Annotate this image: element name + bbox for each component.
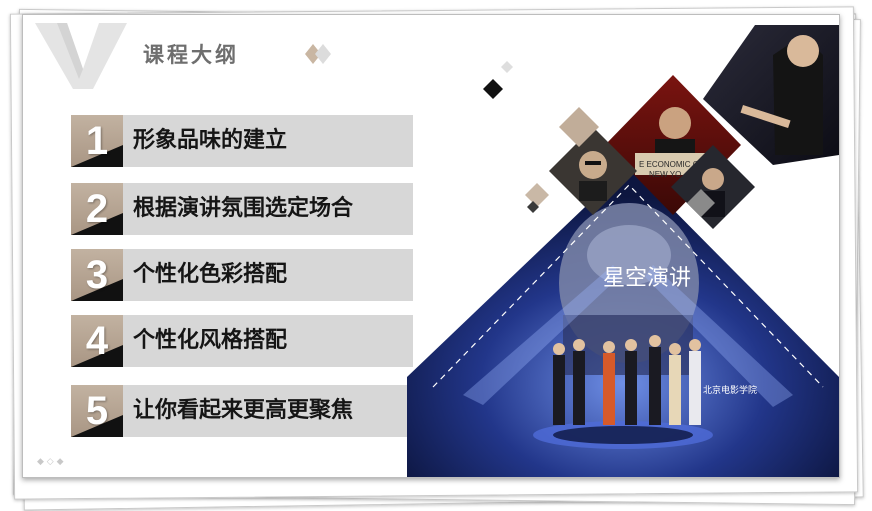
agenda-text: 根据演讲氛围选定场合 [133, 196, 354, 221]
v-logo-icon [35, 23, 127, 89]
agenda-number-box: 3 [71, 249, 123, 301]
agenda-number: 2 [85, 187, 109, 231]
agenda-number-box: 1 [71, 115, 123, 167]
agenda-number: 4 [85, 319, 109, 363]
agenda-number-box: 2 [71, 183, 123, 235]
stage-photo: 星空演讲 北京电影学院 [407, 165, 839, 477]
agenda-item-4: 4 个性化风格搭配 [71, 315, 413, 367]
screenshot-canvas: 课程大纲 1 形象品味的建立 2 根据演讲氛围选定场合 3 个性化色彩搭配 4 … [0, 0, 872, 511]
stage-title-text: 星空演讲 [603, 266, 691, 291]
page-title: 课程大纲 [143, 43, 239, 67]
slide: 课程大纲 1 形象品味的建立 2 根据演讲氛围选定场合 3 个性化色彩搭配 4 … [22, 14, 840, 478]
agenda-number-box: 5 [71, 385, 123, 437]
agenda-item-1: 1 形象品味的建立 [71, 115, 413, 167]
agenda-text: 让你看起来更高更聚焦 [133, 398, 354, 423]
footer-decoration: ◆ ◇ ◆ [37, 457, 64, 467]
agenda-item-2: 2 根据演讲氛围选定场合 [71, 183, 413, 235]
agenda-item-3: 3 个性化色彩搭配 [71, 249, 413, 301]
agenda-text: 形象品味的建立 [133, 128, 288, 153]
decor-diamond-light [501, 61, 513, 73]
photo-collage: 星空演讲 北京电影学院 E ECONOMIC CLUB NEW YO [407, 25, 839, 477]
agenda-text: 个性化风格搭配 [133, 328, 288, 353]
banner-text-2: NEW YO [649, 170, 681, 179]
agenda-text: 个性化色彩搭配 [133, 262, 288, 287]
agenda-number: 1 [85, 119, 109, 163]
decor-diamond-black [483, 79, 503, 99]
double-diamond-icon [305, 44, 331, 64]
agenda-number-box: 4 [71, 315, 123, 367]
stage-sign-text: 北京电影学院 [703, 384, 757, 396]
agenda-number: 3 [85, 253, 109, 297]
decor-diamond-tan-small [525, 183, 549, 207]
agenda-number: 5 [85, 389, 109, 433]
agenda-item-5: 5 让你看起来更高更聚焦 [71, 385, 413, 437]
